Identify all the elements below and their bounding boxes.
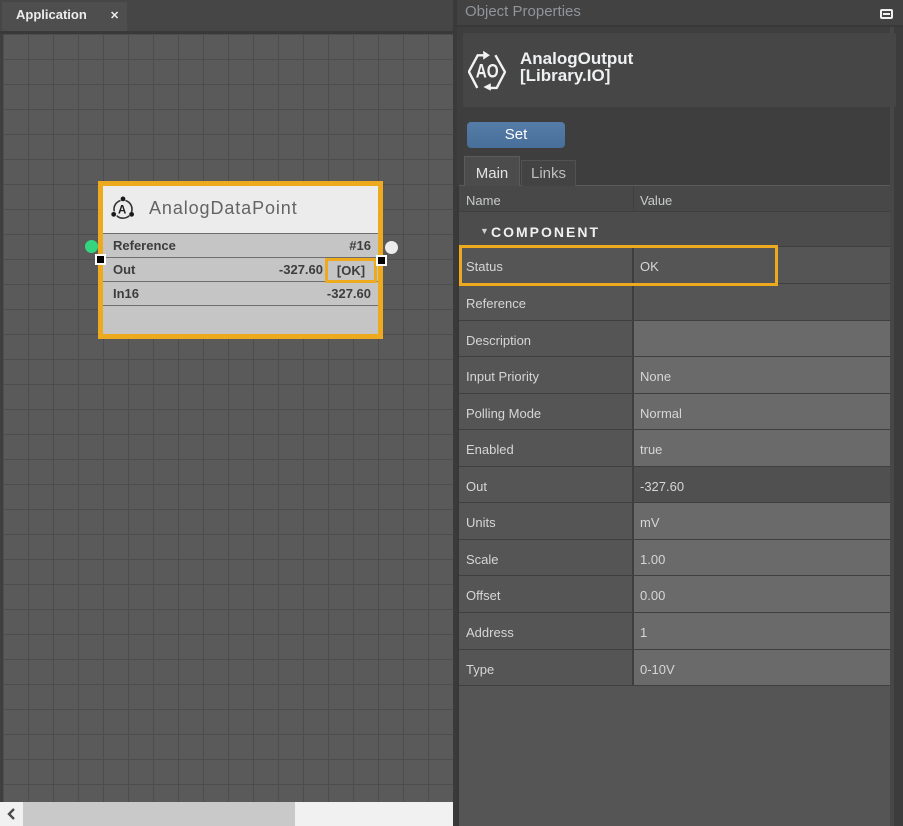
svg-text:AO: AO [476,61,499,83]
svg-text:A: A [118,205,126,217]
